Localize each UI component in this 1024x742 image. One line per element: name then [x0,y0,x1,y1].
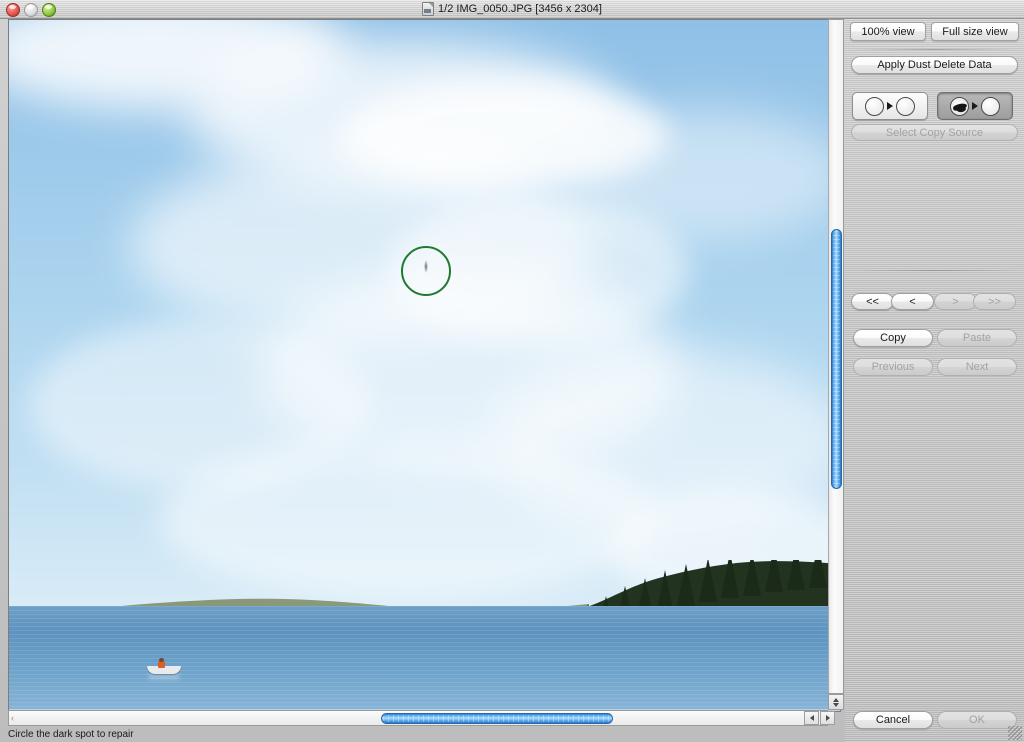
window-title-area: 1/2 IMG_0050.JPG [3456 x 2304] [0,2,1024,16]
photo-preview [9,20,840,709]
button-label: Apply Dust Delete Data [877,59,992,71]
scroll-down-icon[interactable] [833,702,839,707]
window-titlebar: 1/2 IMG_0050.JPG [3456 x 2304] [0,0,1024,19]
divider [849,49,1020,50]
circle-dust-icon [950,96,969,116]
button-full-size-view[interactable]: Full size view [931,22,1019,41]
button-label: Copy [880,332,906,344]
vertical-scrollbar[interactable] [828,19,844,694]
window-controls [6,3,56,17]
window-title: 1/2 IMG_0050.JPG [3456 x 2304] [438,3,602,15]
button-label: Full size view [942,25,1008,38]
image-canvas[interactable] [8,19,841,712]
circle-empty-icon [896,96,915,116]
button-label: OK [969,714,985,726]
button-label: > [952,295,959,308]
button-label: << [866,295,879,308]
tool-panel: 100% view Full size view Apply Dust Dele… [845,19,1024,742]
resize-grip-icon[interactable] [1008,726,1022,740]
cloud-shape [569,110,840,240]
button-paste[interactable]: Paste [937,329,1017,347]
horizontal-scroll-arrows[interactable] [804,711,836,725]
vertical-scroll-arrows[interactable] [828,694,844,710]
horizontal-scrollbar-thumb[interactable] [381,713,613,724]
circle-empty-icon [981,96,1000,116]
button-label: 100% view [861,25,915,38]
button-label: < [909,295,916,308]
button-undo-all[interactable]: << [851,293,894,310]
dust-delete-window: 1/2 IMG_0050.JPG [3456 x 2304] ‹ Circle … [0,0,1024,742]
minimize-button-icon[interactable] [24,3,38,17]
button-apply-dust-delete-data[interactable]: Apply Dust Delete Data [851,56,1018,74]
button-100-percent-view[interactable]: 100% view [850,22,926,41]
zoom-button-icon[interactable] [42,3,56,17]
button-select-copy-source[interactable]: Select Copy Source [851,124,1018,141]
scroll-up-icon[interactable] [833,697,839,702]
boat [147,658,181,679]
vertical-scrollbar-thumb[interactable] [831,229,842,489]
scroll-left-icon[interactable] [804,711,819,725]
button-label: Cancel [875,714,911,726]
button-undo[interactable]: < [891,293,934,310]
repair-selection-circle[interactable] [401,246,451,296]
circle-empty-icon [865,96,884,116]
boat-reflection [149,674,179,679]
button-label: Next [965,361,989,373]
status-bar: Circle the dark spot to repair [8,727,838,741]
swatch-button-light[interactable] [852,92,928,120]
button-next[interactable]: Next [937,358,1017,376]
scroll-right-icon[interactable] [820,711,835,725]
arrow-right-icon [972,102,978,110]
close-button-icon[interactable] [6,3,20,17]
divider [849,270,1020,271]
button-copy[interactable]: Copy [853,329,933,347]
horizontal-scrollbar[interactable]: ‹ [8,710,828,726]
button-label: Previous [871,361,915,373]
button-previous[interactable]: Previous [853,358,933,376]
image-document-icon [422,2,435,16]
status-message: Circle the dark spot to repair [8,728,134,740]
button-label: Select Copy Source [885,126,984,139]
button-cancel[interactable]: Cancel [853,711,933,729]
button-ok[interactable]: OK [937,711,1017,729]
arrow-right-icon [887,102,893,110]
button-redo[interactable]: > [934,293,977,310]
button-redo-all[interactable]: >> [973,293,1016,310]
button-label: >> [988,295,1001,308]
water-region [9,606,838,709]
boat-person-head [159,658,164,662]
scroll-left-cap-icon: ‹ [11,713,14,723]
button-label: Paste [962,332,992,344]
swatch-button-dark[interactable] [937,92,1013,120]
